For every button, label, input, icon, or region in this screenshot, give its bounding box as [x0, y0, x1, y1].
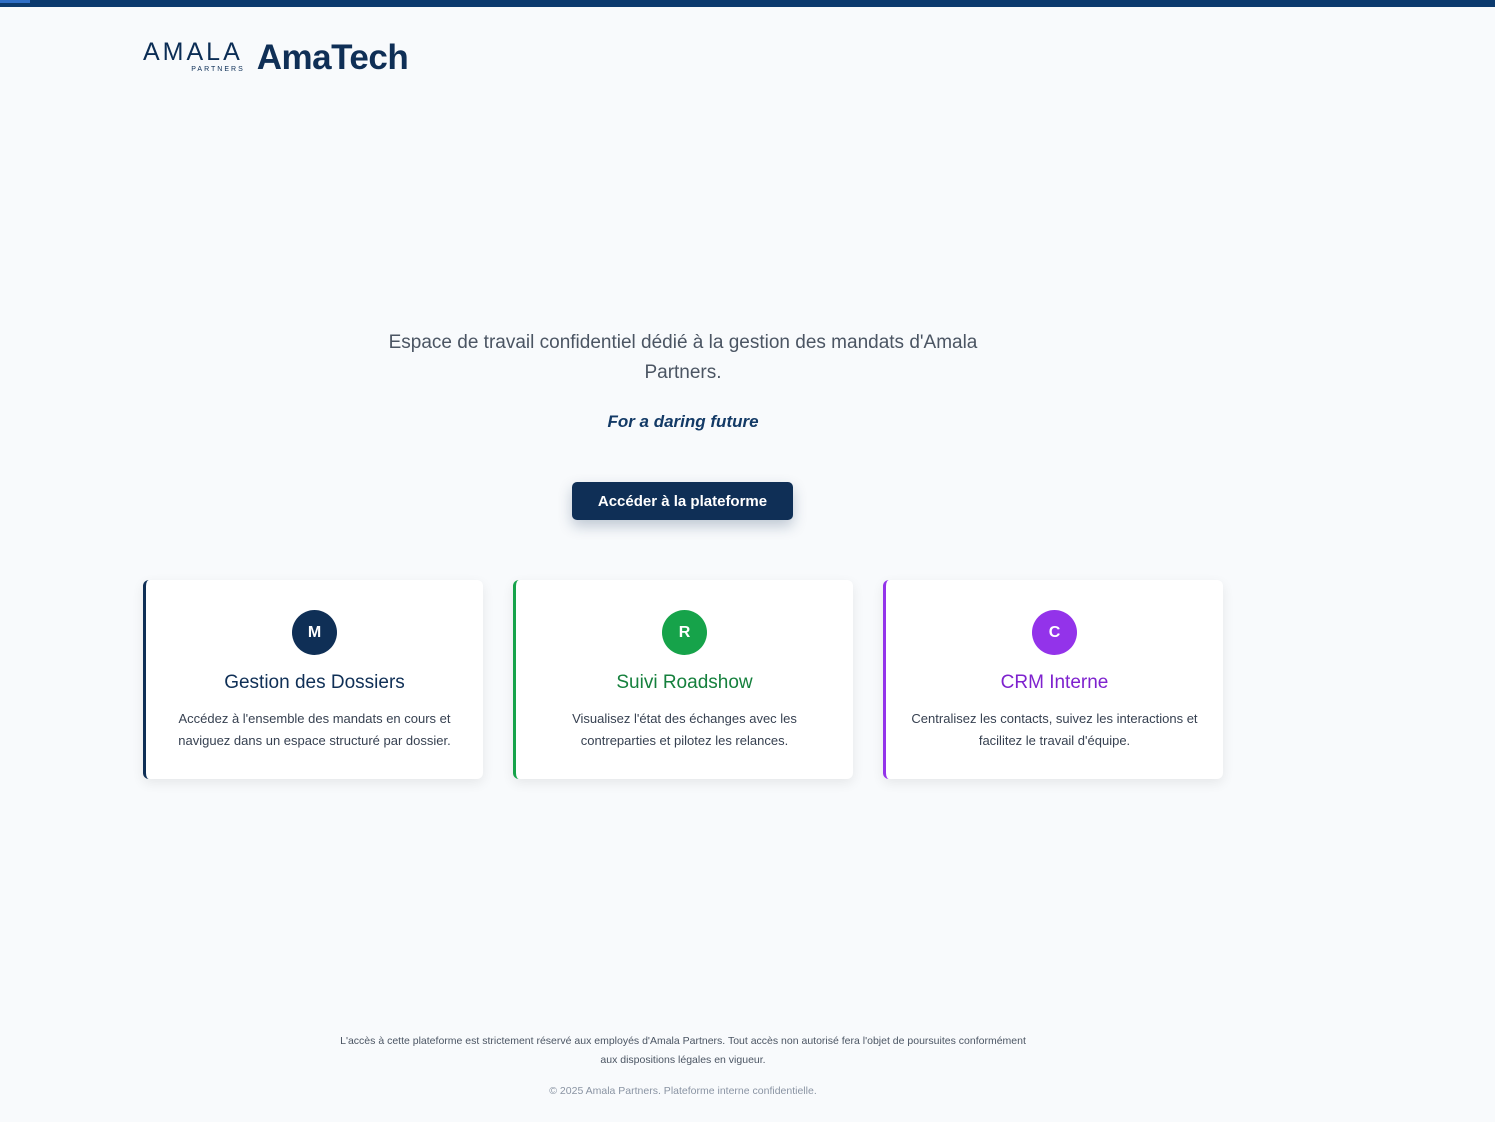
intro-text: Espace de travail confidentiel dédié à l…	[388, 332, 978, 383]
card-title: Gestion des Dossiers	[224, 672, 405, 693]
feature-card-crm[interactable]: C CRM Interne Centralisez les contacts, …	[883, 580, 1223, 779]
copyright: © 2025 Amala Partners. Plateforme intern…	[549, 1085, 817, 1097]
card-title: Suivi Roadshow	[616, 672, 753, 693]
logo-subtext: PARTNERS	[191, 66, 245, 73]
card-title: CRM Interne	[1000, 672, 1109, 693]
slogan: For a daring future	[607, 412, 759, 431]
feature-card-dossiers[interactable]: M Gestion des Dossiers Accédez à l'ensem…	[143, 580, 483, 779]
amala-partners-logo[interactable]: AMALA PARTNERS	[143, 40, 243, 74]
card-description: Centralisez les contacts, suivez les int…	[911, 711, 1198, 748]
crm-avatar-icon: C	[1032, 610, 1077, 655]
access-platform-button[interactable]: Accéder à la plateforme	[572, 482, 793, 520]
top-bar-highlight	[0, 0, 30, 3]
dossiers-avatar-icon: M	[292, 610, 337, 655]
feature-card-roadshow[interactable]: R Suivi Roadshow Visualisez l'état des é…	[513, 580, 853, 779]
logo-wordmark: AMALA	[143, 38, 243, 66]
app-name: AmaTech	[256, 38, 409, 77]
roadshow-avatar-icon: R	[662, 610, 707, 655]
legal-notice: L'accès à cette plateforme est stricteme…	[340, 1035, 1026, 1066]
card-description: Visualisez l'état des échanges avec les …	[572, 711, 797, 748]
card-description: Accédez à l'ensemble des mandats en cour…	[178, 711, 451, 748]
top-accent-bar	[0, 0, 1495, 7]
header: AMALA PARTNERS AmaTech	[143, 38, 409, 78]
